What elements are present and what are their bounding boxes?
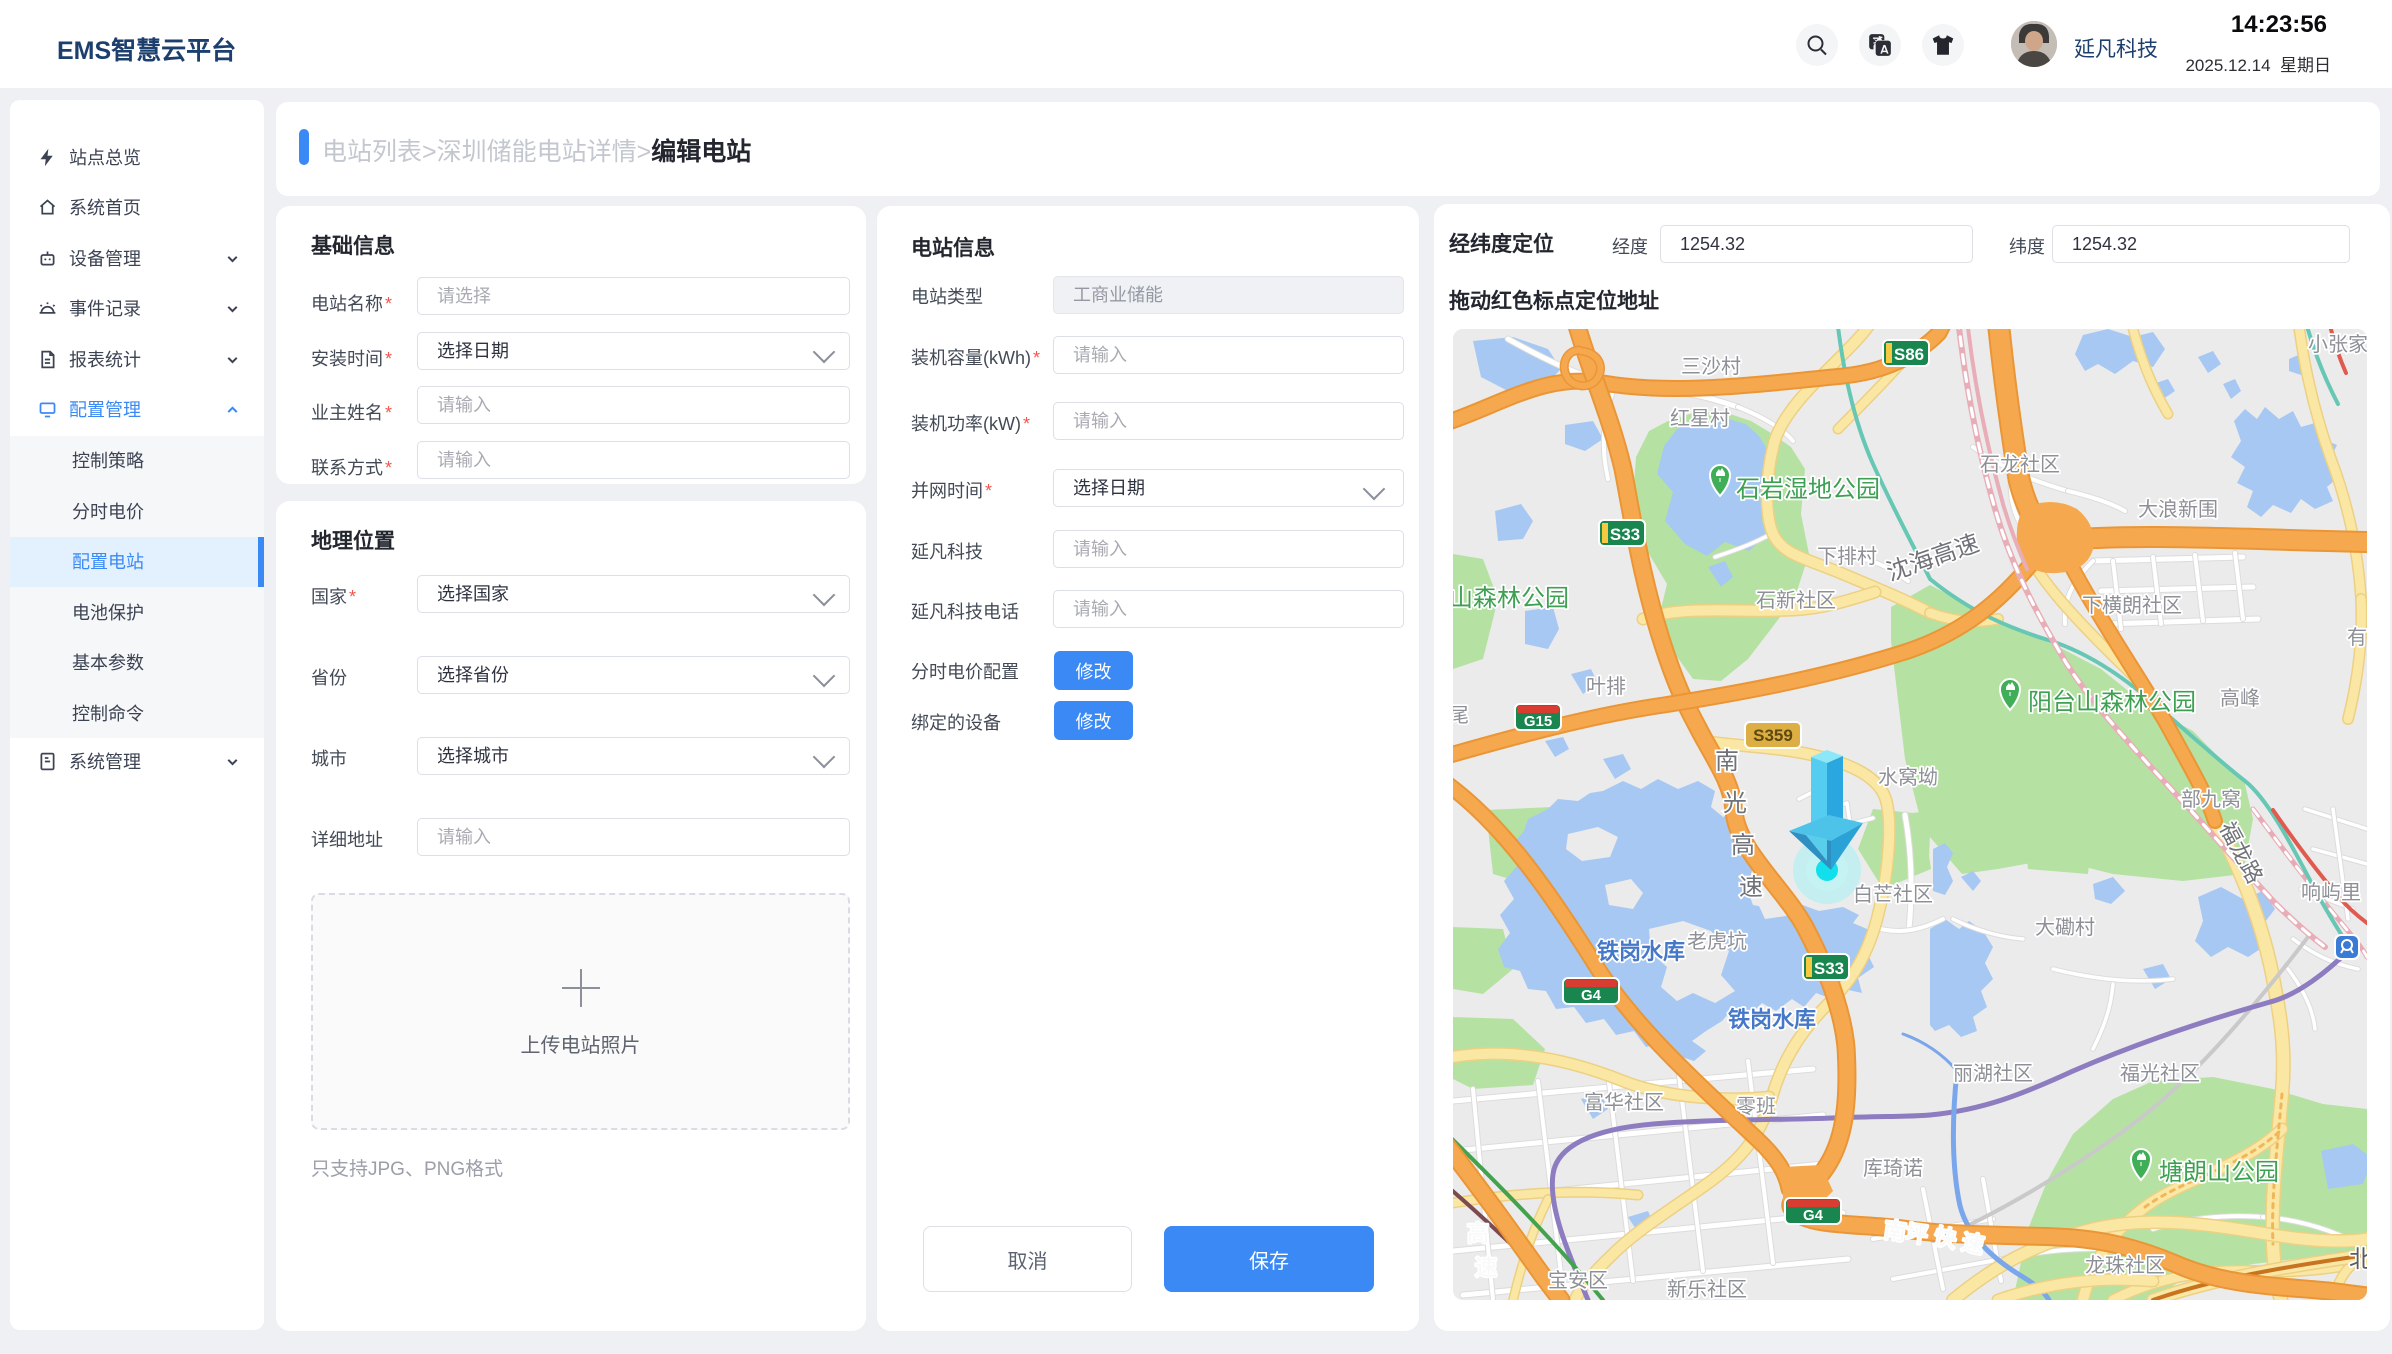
svg-text:福光社区: 福光社区 (2120, 1062, 2200, 1085)
svg-text:速: 速 (1739, 874, 1763, 901)
svg-text:宝安区: 宝安区 (1548, 1269, 1608, 1292)
svg-text:铁岗水库: 铁岗水库 (1728, 1007, 1816, 1032)
svg-text:龙珠社区: 龙珠社区 (2085, 1254, 2165, 1277)
svg-text:北: 北 (2349, 1246, 2367, 1273)
svg-text:高: 高 (1731, 832, 1755, 859)
svg-text:S86: S86 (1894, 345, 1924, 364)
svg-text:G4: G4 (1803, 1207, 1824, 1224)
svg-text:下横朗社区: 下横朗社区 (2082, 594, 2182, 617)
svg-text:铁岗水库: 铁岗水库 (1597, 939, 1685, 964)
svg-text:富华社区: 富华社区 (1584, 1091, 1664, 1114)
svg-text:白芒社区: 白芒社区 (1853, 883, 1933, 906)
svg-text:老虎坑: 老虎坑 (1687, 930, 1747, 953)
svg-text:速: 速 (1475, 1255, 1497, 1280)
svg-text:光: 光 (1723, 790, 1747, 817)
svg-text:南: 南 (1715, 748, 1739, 775)
svg-text:有: 有 (2347, 626, 2367, 649)
svg-text:三沙村: 三沙村 (1681, 355, 1741, 378)
svg-text:山森林公园: 山森林公园 (1453, 585, 1569, 612)
svg-text:阳台山森林公园: 阳台山森林公园 (2028, 689, 2196, 716)
svg-text:部九窝: 部九窝 (2181, 788, 2241, 811)
svg-text:石岩湿地公园: 石岩湿地公园 (1736, 476, 1880, 503)
svg-text:零班: 零班 (1736, 1095, 1776, 1118)
svg-text:大磡村: 大磡村 (2035, 916, 2095, 939)
svg-text:库琦诺: 库琦诺 (1863, 1157, 1923, 1180)
svg-text:高: 高 (1467, 1221, 1489, 1246)
svg-text:水窝坳: 水窝坳 (1878, 766, 1938, 789)
svg-text:叶排: 叶排 (1586, 675, 1626, 698)
svg-text:石新社区: 石新社区 (1756, 589, 1836, 612)
svg-text:大浪新围: 大浪新围 (2138, 498, 2218, 521)
svg-text:下排村: 下排村 (1817, 545, 1877, 568)
svg-text:S359: S359 (1753, 726, 1793, 745)
svg-text:塘朗山公园: 塘朗山公园 (2159, 1159, 2279, 1186)
svg-text:响屿里: 响屿里 (2301, 881, 2361, 904)
svg-text:丽湖社区: 丽湖社区 (1953, 1062, 2033, 1085)
svg-text:石龙社区: 石龙社区 (1980, 453, 2060, 476)
svg-text:小张家: 小张家 (2308, 333, 2367, 356)
svg-text:新乐社区: 新乐社区 (1667, 1278, 1747, 1300)
svg-text:G15: G15 (1524, 713, 1552, 730)
svg-text:S33: S33 (1814, 959, 1844, 978)
svg-text:G4: G4 (1581, 987, 1602, 1004)
svg-text:红星村: 红星村 (1670, 407, 1730, 430)
svg-text:尾: 尾 (1453, 705, 1469, 727)
svg-text:S33: S33 (1610, 525, 1640, 544)
svg-text:高峰: 高峰 (2220, 687, 2260, 710)
